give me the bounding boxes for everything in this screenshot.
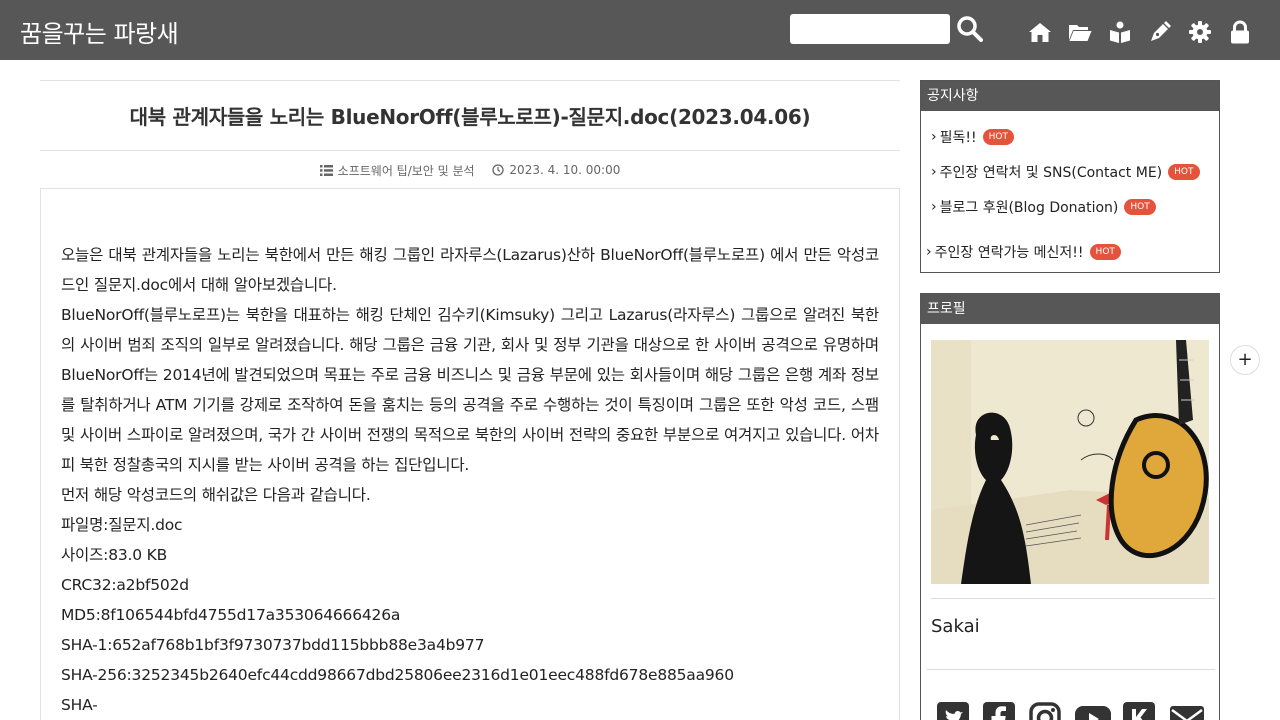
hot-badge: HOT [1168,164,1200,180]
profile-widget-title: 프로필 [921,294,1219,324]
paragraph: BlueNorOff(블루노로프)는 북한을 대표하는 해킹 단체인 김수키(K… [61,306,879,474]
home-button[interactable] [1028,20,1052,44]
settings-icon [1189,21,1211,43]
instagram-icon [1029,702,1061,720]
title-divider-top [40,80,900,81]
post-title[interactable]: 대북 관계자들을 노리는 BlueNorOff(블루노로프)-질문지.doc(2… [40,101,900,130]
chevron-right-icon: › [926,244,932,260]
clock-icon [492,164,505,176]
top-bar: 꿈을꾸는 파랑새 [0,0,1280,60]
guestbook-icon [1110,21,1130,43]
profile-body: Sakai [921,324,1219,720]
hash-line: CRC32:a2bf502d [61,576,189,594]
twitter-link[interactable] [937,702,969,720]
category-button[interactable] [1068,20,1092,44]
write-icon [1151,21,1171,41]
facebook-link[interactable] [983,702,1015,720]
post-category[interactable]: 소프트웨어 팁/보안 및 분석 [319,162,475,179]
hash-line: 파일명:질문지.doc [61,516,183,534]
hash-line: SHA- [61,696,98,714]
kakao-link[interactable] [1123,702,1155,720]
plus-icon: + [1237,349,1253,370]
search-input[interactable] [790,14,950,44]
settings-button[interactable] [1188,20,1212,44]
title-divider-bottom [40,150,900,151]
write-button[interactable] [1148,20,1172,44]
profile-illustration [931,340,1209,584]
notice-list: › 필독!! HOT › 주인장 연락처 및 SNS(Contact ME) H… [921,111,1219,271]
youtube-icon [1075,706,1111,720]
notice-item[interactable]: › 주인장 연락가능 메신저!! HOT [926,242,1121,262]
notice-item[interactable]: › 주인장 연락처 및 SNS(Contact ME) HOT [931,162,1200,182]
post-meta: 소프트웨어 팁/보안 및 분석 2023. 4. 10. 00:00 [40,162,900,179]
login-button[interactable] [1228,20,1252,44]
mail-icon [1170,706,1204,720]
notice-item-label: 필독!! [939,130,977,146]
site-title[interactable]: 꿈을꾸는 파랑새 [20,14,179,49]
search-button[interactable] [956,14,984,44]
notice-item[interactable]: › 필독!! HOT [931,127,1014,147]
profile-divider [927,669,1215,670]
post-content: 오늘은 대북 관계자들을 노리는 북한에서 만든 해킹 그룹인 라자루스(Laz… [61,240,879,720]
chevron-right-icon: › [931,164,937,180]
instagram-link[interactable] [1029,702,1061,720]
paragraph: 오늘은 대북 관계자들을 노리는 북한에서 만든 해킹 그룹인 라자루스(Laz… [61,246,879,294]
notice-widget: 공지사항 › 필독!! HOT › 주인장 연락처 및 SNS(Contact … [920,80,1220,273]
lock-icon [1231,20,1249,44]
paragraph: 먼저 해당 악성코드의 해쉬값은 다음과 같습니다. [61,486,371,504]
twitter-icon [937,702,969,720]
profile-name: Sakai [931,616,980,637]
profile-divider [931,598,1215,599]
notice-item-label: 주인장 연락처 및 SNS(Contact ME) [939,165,1163,181]
list-icon [319,165,333,176]
hot-badge: HOT [982,129,1014,145]
mail-link[interactable] [1169,702,1204,720]
post-date-label: 2023. 4. 10. 00:00 [509,163,621,177]
expand-button[interactable]: + [1230,345,1260,375]
facebook-icon [983,702,1015,720]
home-icon [1029,23,1051,42]
notice-item[interactable]: › 블로그 후원(Blog Donation) HOT [931,197,1156,217]
search-icon [957,16,983,42]
post-category-label: 소프트웨어 팁/보안 및 분석 [337,164,475,178]
hot-badge: HOT [1124,199,1156,215]
hash-line: 사이즈:83.0 KB [61,546,168,564]
kakao-icon [1123,702,1155,720]
profile-widget: 프로필 Sakai [920,293,1220,720]
hash-line: SHA-256:3252345b2640efc44cdd98667dbd2580… [61,666,734,684]
folder-icon [1069,25,1092,41]
notice-item-label: 블로그 후원(Blog Donation) [939,200,1119,216]
hot-badge: HOT [1089,244,1121,260]
notice-widget-title: 공지사항 [921,81,1219,111]
hash-line: SHA-1:652af768b1bf3f9730737bdd115bbb88e3… [61,636,485,654]
youtube-link[interactable] [1075,702,1111,720]
profile-image[interactable] [931,340,1209,584]
chevron-right-icon: › [931,199,937,215]
guestbook-button[interactable] [1108,20,1132,44]
post-date: 2023. 4. 10. 00:00 [492,163,620,177]
chevron-right-icon: › [931,129,937,145]
notice-item-label: 주인장 연락가능 메신저!! [934,245,1084,261]
hash-line: MD5:8f106544bfd4755d17a353064666426a [61,606,401,624]
